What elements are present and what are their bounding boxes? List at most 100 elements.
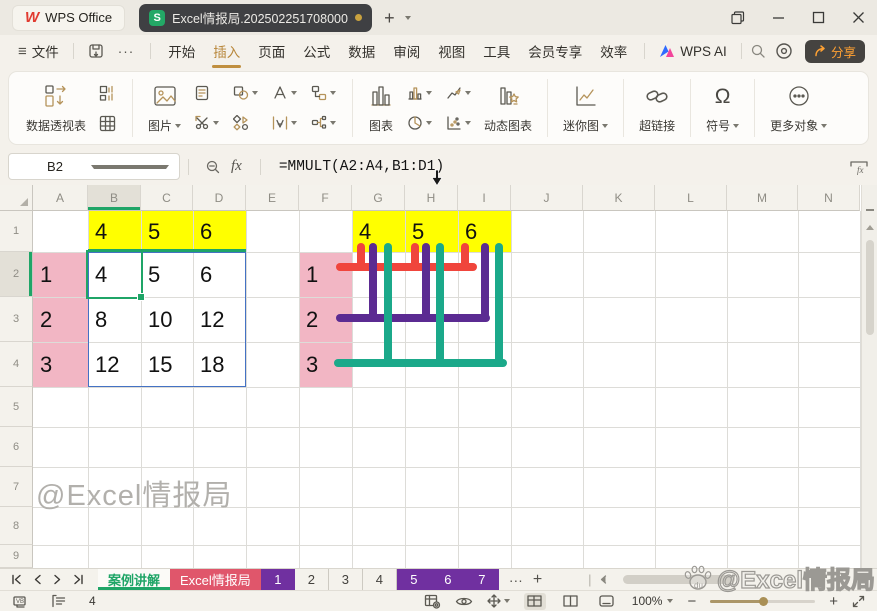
column-header-B[interactable]: B bbox=[88, 185, 141, 211]
sheet-tab-6[interactable]: 6 bbox=[431, 569, 465, 590]
menu-tab-6[interactable]: 审阅 bbox=[384, 41, 429, 61]
menu-tab-8[interactable]: 工具 bbox=[474, 41, 519, 61]
sheet-tab-7[interactable]: 7 bbox=[465, 569, 499, 590]
column-header-D[interactable]: D bbox=[193, 185, 246, 211]
scroll-left-arrow-icon[interactable] bbox=[600, 575, 607, 584]
cell-G1[interactable]: 4 bbox=[352, 211, 405, 252]
row-header-2[interactable]: 2 bbox=[0, 252, 33, 297]
cell-C2[interactable]: 5 bbox=[141, 252, 193, 297]
horizontal-scrollbar-thumb[interactable] bbox=[623, 575, 735, 584]
sheet-tab-1[interactable]: 1 bbox=[261, 569, 295, 590]
wordart-button[interactable] bbox=[269, 81, 300, 105]
column-header-A[interactable]: A bbox=[33, 185, 88, 211]
last-sheet-button[interactable] bbox=[73, 574, 84, 585]
picture-button[interactable]: 图片 bbox=[142, 80, 187, 136]
save-button[interactable] bbox=[88, 43, 104, 59]
more-sheets-button[interactable]: ··· bbox=[509, 572, 523, 588]
document-object-button[interactable] bbox=[191, 81, 222, 105]
row-header-7[interactable]: 7 bbox=[0, 467, 33, 507]
cell-D4[interactable]: 18 bbox=[193, 342, 246, 387]
row-header-9[interactable]: 9 bbox=[0, 545, 33, 568]
column-header-E[interactable]: E bbox=[246, 185, 299, 211]
visibility-eye-icon[interactable] bbox=[455, 595, 473, 608]
macro-vb-icon[interactable]: VB bbox=[12, 594, 29, 609]
cell-C1[interactable]: 5 bbox=[141, 211, 193, 252]
pivot-chart-button[interactable] bbox=[96, 81, 119, 105]
menu-tab-4[interactable]: 公式 bbox=[294, 41, 339, 61]
chevron-down-icon[interactable] bbox=[667, 599, 673, 603]
sheet-tab-5[interactable]: 5 bbox=[397, 569, 431, 590]
first-sheet-button[interactable] bbox=[11, 574, 22, 585]
tab-list-chevron-icon[interactable] bbox=[405, 16, 411, 20]
document-tab[interactable]: S Excel情报局.20250225170800013 bbox=[139, 4, 372, 32]
add-sheet-button[interactable]: + bbox=[533, 571, 542, 589]
row-header-1[interactable]: 1 bbox=[0, 211, 33, 252]
more-objects-button[interactable]: 更多对象 bbox=[764, 80, 833, 136]
file-menu[interactable]: ≡ 文件 bbox=[12, 41, 65, 61]
line-chart-button[interactable] bbox=[443, 81, 474, 105]
cell-B1[interactable]: 4 bbox=[88, 211, 141, 252]
zoom-level[interactable]: 100% bbox=[632, 594, 663, 608]
menu-tab-3[interactable]: 页面 bbox=[249, 41, 294, 61]
cell-C3[interactable]: 10 bbox=[141, 297, 193, 342]
collapse-icon[interactable] bbox=[866, 209, 874, 211]
icon-library-button[interactable] bbox=[230, 111, 261, 135]
flowchart-button[interactable] bbox=[308, 81, 339, 105]
cell-D2[interactable]: 6 bbox=[193, 252, 246, 297]
row-header-8[interactable]: 8 bbox=[0, 507, 33, 545]
menu-tab-7[interactable]: 视图 bbox=[429, 41, 474, 61]
column-header-N[interactable]: N bbox=[798, 185, 860, 211]
fx-label[interactable]: fx bbox=[231, 158, 242, 175]
column-header-K[interactable]: K bbox=[583, 185, 655, 211]
next-sheet-button[interactable] bbox=[53, 574, 62, 585]
dynamic-chart-button[interactable]: 动态图表 bbox=[478, 80, 538, 136]
cell-D1[interactable]: 6 bbox=[193, 211, 246, 252]
column-header-F[interactable]: F bbox=[299, 185, 352, 211]
text-box-button[interactable] bbox=[269, 111, 300, 135]
app-home-button[interactable]: W WPS Office bbox=[12, 5, 125, 31]
multi-window-icon[interactable] bbox=[731, 11, 745, 25]
cell-F3[interactable]: 2 bbox=[299, 297, 352, 342]
grid-settings-icon[interactable] bbox=[424, 594, 441, 609]
sparkline-button[interactable]: 迷你图 bbox=[557, 80, 614, 136]
more-commands-button[interactable]: ··· bbox=[118, 44, 135, 59]
column-header-G[interactable]: G bbox=[352, 185, 405, 211]
scroll-up-arrow-icon[interactable] bbox=[866, 225, 874, 230]
split-view-button[interactable] bbox=[560, 593, 582, 610]
cell-I1[interactable]: 6 bbox=[458, 211, 511, 252]
pie-chart-button[interactable] bbox=[404, 111, 435, 135]
zoom-slider-thumb[interactable] bbox=[759, 597, 768, 606]
fullscreen-icon[interactable] bbox=[852, 595, 865, 608]
fill-handle[interactable] bbox=[137, 293, 145, 301]
cell-A2[interactable]: 1 bbox=[33, 252, 88, 297]
menu-tab-10[interactable]: 效率 bbox=[591, 41, 636, 61]
column-header-M[interactable]: M bbox=[727, 185, 798, 211]
mindmap-button[interactable] bbox=[308, 111, 339, 135]
cell-B3[interactable]: 8 bbox=[88, 297, 141, 342]
zoom-in-button[interactable]: + bbox=[829, 593, 838, 610]
shapes-button[interactable] bbox=[230, 81, 261, 105]
column-header-H[interactable]: H bbox=[405, 185, 458, 211]
close-button[interactable] bbox=[852, 11, 865, 24]
menu-tab-1[interactable]: 开始 bbox=[159, 41, 204, 61]
expand-formula-bar-icon[interactable]: fx bbox=[849, 158, 869, 176]
column-header-I[interactable]: I bbox=[458, 185, 511, 211]
cell-A3[interactable]: 2 bbox=[33, 297, 88, 342]
cell-F2[interactable]: 1 bbox=[299, 252, 352, 297]
sheet-tab-2[interactable]: 2 bbox=[295, 569, 329, 590]
menu-tab-5[interactable]: 数据 bbox=[339, 41, 384, 61]
chart-button[interactable]: 图表 bbox=[362, 80, 400, 136]
formula-input[interactable]: =MMULT(A2:A4,B1:D1) bbox=[279, 159, 444, 175]
maximize-button[interactable] bbox=[812, 11, 825, 24]
collapse-formula-bar-icon[interactable] bbox=[205, 159, 221, 175]
cell-B2[interactable]: 4 bbox=[88, 252, 141, 297]
new-tab-button[interactable]: + bbox=[384, 9, 395, 27]
column-chart-button[interactable] bbox=[404, 81, 435, 105]
sheet-tab-4[interactable]: 4 bbox=[363, 569, 397, 590]
zoom-slider[interactable] bbox=[710, 600, 815, 603]
sheet-tab-Excel情报局[interactable]: Excel情报局 bbox=[170, 569, 261, 590]
cell-A4[interactable]: 3 bbox=[33, 342, 88, 387]
screenshot-button[interactable] bbox=[191, 111, 222, 135]
previous-sheet-button[interactable] bbox=[33, 574, 42, 585]
normal-view-button[interactable] bbox=[524, 593, 546, 610]
